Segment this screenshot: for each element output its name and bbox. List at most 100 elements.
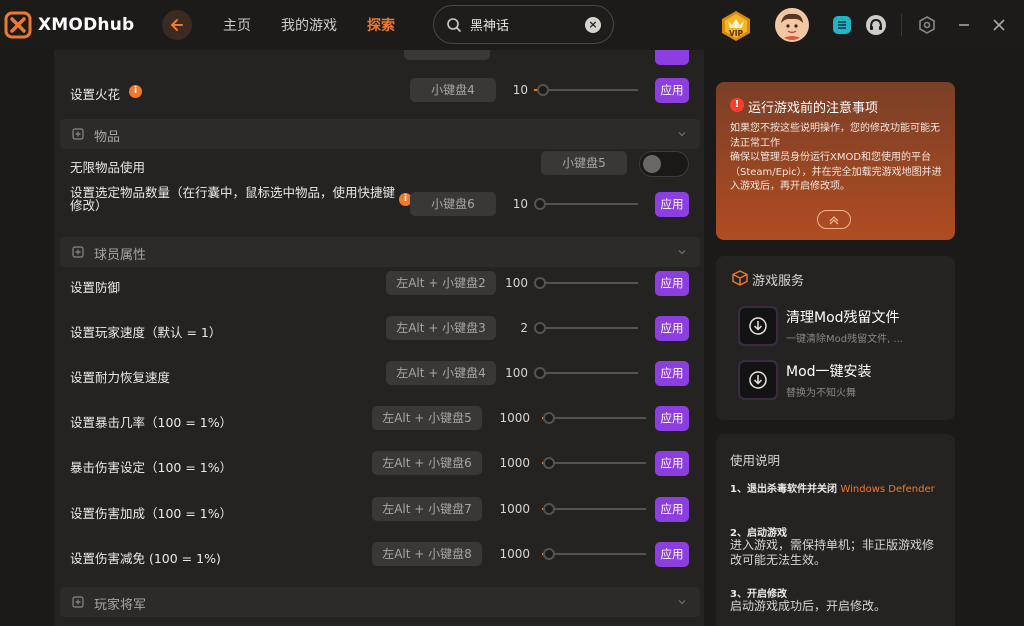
- apply-button[interactable]: 应用: [655, 451, 689, 476]
- hotkey-chip[interactable]: 左Alt + 小键盘7: [372, 497, 482, 521]
- value-slider[interactable]: [534, 366, 638, 380]
- hotkey-chip[interactable]: 左Alt + 小键盘3: [386, 316, 496, 340]
- key-chip-cutoff[interactable]: [404, 50, 490, 60]
- user-avatar[interactable]: [775, 8, 809, 42]
- mod-label: 无限物品使用: [70, 160, 146, 175]
- service-icon-inner: [740, 308, 776, 344]
- section-icon: [72, 128, 84, 140]
- service-clean-mod[interactable]: 清理Mod残留文件 一键清除Mod残留文件, ...: [738, 306, 948, 346]
- apply-button[interactable]: 应用: [655, 192, 689, 217]
- hotkey-chip[interactable]: 左Alt + 小键盘8: [372, 542, 482, 566]
- step-2-body: 进入游戏，需保持单机；非正版游戏修改可能无法生效。: [730, 538, 935, 567]
- mod-label: 设置火花: [70, 87, 121, 102]
- back-button[interactable]: [162, 10, 192, 40]
- nav-explore[interactable]: 探索: [367, 15, 395, 35]
- collapse-button[interactable]: [817, 210, 851, 229]
- step-2-title: 2、启动游戏: [730, 528, 787, 539]
- slider-thumb[interactable]: [534, 367, 546, 379]
- apply-button[interactable]: 应用: [655, 361, 689, 386]
- value-slider[interactable]: [534, 321, 638, 335]
- mod-value: 10: [512, 197, 528, 211]
- section-header[interactable]: 物品: [60, 119, 700, 149]
- toggle-knob: [643, 155, 661, 173]
- minimize-icon[interactable]: [953, 14, 975, 36]
- slider-thumb[interactable]: [543, 503, 555, 515]
- vip-badge-icon[interactable]: VIP: [719, 10, 753, 42]
- section-title: 球员属性: [94, 248, 147, 263]
- nav-home[interactable]: 主页: [223, 15, 251, 35]
- apply-button-cutoff[interactable]: [655, 50, 689, 65]
- settings-icon[interactable]: [916, 14, 938, 36]
- download-icon: [749, 317, 767, 335]
- hotkey-chip[interactable]: 小键盘6: [410, 192, 496, 216]
- slider-track: [534, 203, 638, 205]
- chevron-down-icon: [678, 132, 686, 137]
- mod-label: 设置暴击几率（100 = 1%）: [70, 415, 233, 430]
- mod-label: 设置防御: [70, 280, 121, 295]
- apply-button[interactable]: 应用: [655, 406, 689, 431]
- hotkey-chip[interactable]: 左Alt + 小键盘6: [372, 451, 482, 475]
- support-icon[interactable]: [865, 14, 887, 36]
- notice-card: ! 运行游戏前的注意事项 如果您不按这些说明操作，您的修改功能可能无法正常工作 …: [716, 82, 955, 240]
- apply-button[interactable]: 应用: [655, 271, 689, 296]
- apply-button[interactable]: 应用: [655, 497, 689, 522]
- hotkey-chip[interactable]: 小键盘5: [541, 151, 627, 175]
- service-mod-install[interactable]: Mod一键安装 替换为不知火舞: [738, 360, 948, 400]
- value-slider[interactable]: [534, 276, 638, 290]
- mod-value: 100: [505, 276, 528, 290]
- notice-body: 如果您不按这些说明操作，您的修改功能可能无法正常工作 确保以管理员身份运行XMO…: [730, 123, 942, 192]
- slider-thumb[interactable]: [534, 198, 546, 210]
- slider-track: [542, 508, 646, 510]
- apply-button[interactable]: 应用: [655, 78, 689, 103]
- value-slider[interactable]: [534, 83, 638, 97]
- value-slider[interactable]: [534, 197, 638, 211]
- mod-value: 1000: [499, 502, 530, 516]
- hotkey-chip[interactable]: 左Alt + 小键盘2: [386, 271, 496, 295]
- service-desc: 一键清除Mod残留文件, ...: [786, 334, 903, 345]
- chevron-down-icon: [678, 250, 686, 255]
- slider-thumb[interactable]: [543, 457, 555, 469]
- mod-value: 100: [505, 366, 528, 380]
- top-divider: [901, 14, 902, 36]
- service-icon-frame: [738, 306, 778, 346]
- apply-button[interactable]: 应用: [655, 316, 689, 341]
- section-header[interactable]: 球员属性: [60, 237, 700, 267]
- hotkey-chip[interactable]: 左Alt + 小键盘4: [386, 361, 496, 385]
- mod-value: 1000: [499, 411, 530, 425]
- mod-label: 设置选定物品数量（在行囊中，鼠标选中物品，使用快捷键修改）: [70, 185, 396, 213]
- slider-track: [534, 372, 638, 374]
- mod-value: 10: [512, 83, 528, 97]
- slider-thumb[interactable]: [543, 548, 555, 560]
- search-input[interactable]: [470, 17, 580, 32]
- hotkey-chip[interactable]: 左Alt + 小键盘5: [372, 406, 482, 430]
- slider-track: [534, 327, 638, 329]
- service-icon-frame: [738, 360, 778, 400]
- app-logo[interactable]: XMODhub: [4, 11, 134, 39]
- slider-track: [534, 89, 638, 91]
- hotkey-chip[interactable]: 小键盘4: [410, 78, 496, 102]
- service-icon-inner: [740, 362, 776, 398]
- value-slider[interactable]: [542, 502, 646, 516]
- toggle-switch[interactable]: [639, 151, 689, 177]
- game-services-card: 游戏服务 清理Mod残留文件 一键清除Mod残留文件, ... Mod一键安装 …: [716, 256, 955, 420]
- translate-icon[interactable]: [831, 14, 853, 36]
- info-icon[interactable]: i: [129, 85, 142, 98]
- apply-button[interactable]: 应用: [655, 542, 689, 567]
- slider-thumb[interactable]: [534, 322, 546, 334]
- top-bar: XMODhub 主页 我的游戏 探索 × VIP: [0, 0, 1024, 50]
- slider-thumb[interactable]: [534, 277, 546, 289]
- mod-label: 暴击伤害设定（100 = 1%）: [70, 460, 233, 475]
- section-header[interactable]: 玩家将军: [60, 587, 700, 617]
- value-slider[interactable]: [542, 411, 646, 425]
- mod-value: 1000: [499, 456, 530, 470]
- close-icon[interactable]: [988, 14, 1010, 36]
- slider-thumb[interactable]: [537, 84, 549, 96]
- mod-value: 1000: [499, 547, 530, 561]
- search-box: ×: [433, 5, 614, 44]
- nav-my-games[interactable]: 我的游戏: [281, 15, 337, 35]
- clear-search-icon[interactable]: ×: [585, 17, 601, 33]
- value-slider[interactable]: [542, 456, 646, 470]
- value-slider[interactable]: [542, 547, 646, 561]
- slider-thumb[interactable]: [543, 412, 555, 424]
- chevron-up-icon: [829, 215, 839, 224]
